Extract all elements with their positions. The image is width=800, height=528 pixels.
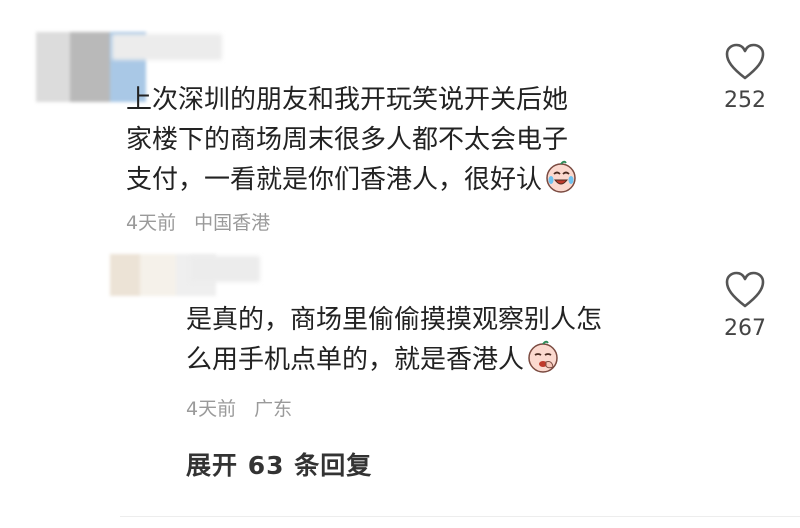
like-button[interactable]: 252 bbox=[715, 42, 775, 113]
timestamp: 4天前 bbox=[186, 398, 237, 420]
like-count: 267 bbox=[724, 316, 766, 341]
like-count: 252 bbox=[724, 88, 766, 113]
reply-item: 是真的，商场里偷偷摸摸观察别人怎 么用手机点单的，就是香港人 4天前 广东 26… bbox=[0, 250, 800, 440]
like-button[interactable]: 267 bbox=[715, 270, 775, 341]
comment-text: 是真的，商场里偷偷摸摸观察别人怎 么用手机点单的，就是香港人 bbox=[186, 305, 603, 375]
timestamp: 4天前 bbox=[126, 212, 177, 234]
heart-icon bbox=[725, 43, 765, 80]
comment-item: 上次深圳的朋友和我开玩笑说开关后她 家楼下的商场周末很多人都不太会电子 支付，一… bbox=[0, 0, 800, 250]
location: 广东 bbox=[254, 398, 293, 420]
username-blurred[interactable] bbox=[112, 34, 222, 60]
comment-text: 上次深圳的朋友和我开玩笑说开关后她 家楼下的商场周末很多人都不太会电子 支付，一… bbox=[126, 80, 686, 200]
laughing-crying-face-icon bbox=[546, 160, 576, 193]
sneaky-laugh-face-icon bbox=[528, 340, 558, 373]
comment-meta: 4天前 中国香港 bbox=[126, 208, 270, 235]
comment-meta: 4天前 广东 bbox=[186, 394, 292, 421]
divider bbox=[120, 516, 800, 517]
heart-icon bbox=[725, 271, 765, 308]
location: 中国香港 bbox=[194, 212, 271, 234]
expand-replies-button[interactable]: 展开 63 条回复 bbox=[186, 446, 372, 482]
username-blurred[interactable] bbox=[190, 256, 260, 282]
